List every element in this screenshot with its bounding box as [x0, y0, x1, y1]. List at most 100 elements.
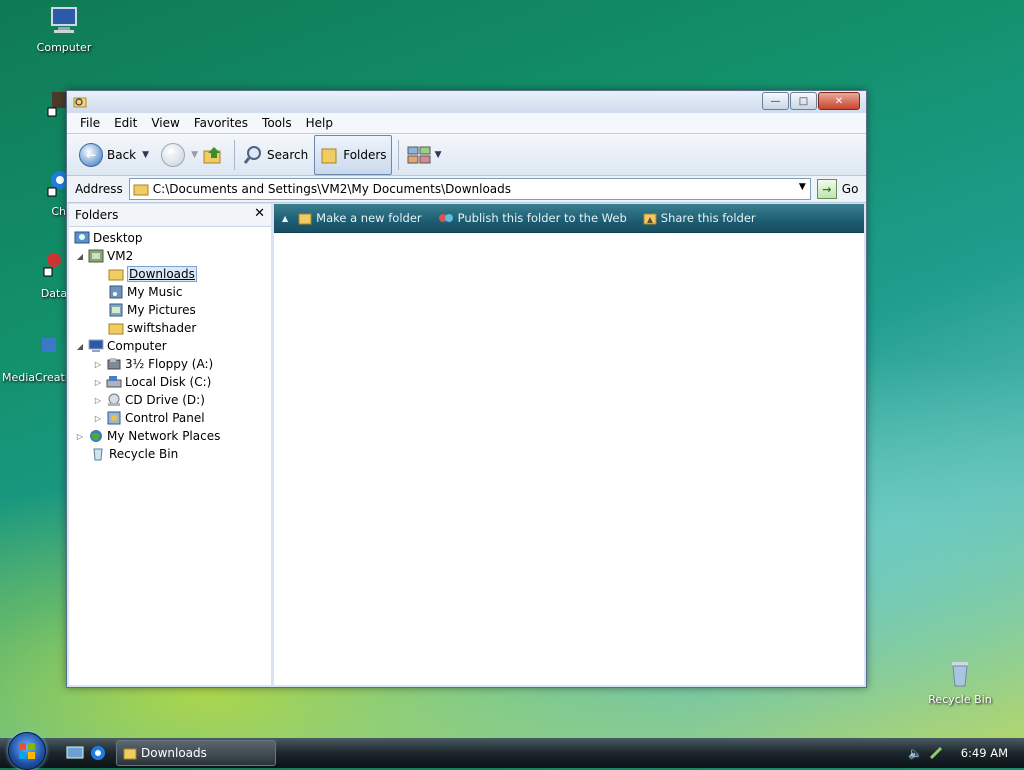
- close-folders-pane-icon[interactable]: ✕: [254, 206, 265, 221]
- views-button[interactable]: ▼: [403, 143, 446, 167]
- search-icon: [243, 145, 261, 164]
- toolbar-separator: [397, 139, 399, 170]
- system-tray: 🔈 6:49 AM: [908, 738, 1024, 768]
- address-value: C:\Documents and Settings\VM2\My Documen…: [152, 182, 512, 196]
- tree-item-recycle-bin[interactable]: Recycle Bin: [69, 445, 271, 463]
- file-list-pane[interactable]: ▲ Make a new folder Publish this folder …: [274, 204, 864, 685]
- tree-item-computer[interactable]: ◢ Computer: [69, 337, 271, 355]
- desktop-icon-label: Recycle Bin: [928, 693, 992, 706]
- desktop-icon: [74, 231, 90, 244]
- tree-item-vm2[interactable]: ◢ VM2: [69, 247, 271, 265]
- folders-button[interactable]: Folders: [314, 134, 392, 175]
- share-folder-icon: [643, 213, 657, 225]
- tree-item-downloads[interactable]: Downloads: [69, 265, 271, 283]
- back-history-dropdown[interactable]: ▼: [142, 150, 149, 160]
- disk-icon: [106, 376, 122, 388]
- address-field[interactable]: C:\Documents and Settings\VM2\My Documen…: [128, 178, 811, 200]
- user-folder-icon: [88, 249, 104, 263]
- forward-button[interactable]: →: [157, 141, 189, 169]
- computer-icon: [51, 7, 77, 33]
- tree-item-desktop[interactable]: Desktop: [69, 229, 271, 247]
- tree-item-floppy[interactable]: ▷ 3½ Floppy (A:): [69, 355, 271, 373]
- collapsed-arrow-icon[interactable]: ▷: [93, 396, 103, 405]
- maximize-button[interactable]: □: [790, 92, 817, 110]
- tree-item-swiftshader[interactable]: swiftshader: [69, 319, 271, 337]
- menu-view[interactable]: View: [144, 116, 186, 130]
- menu-help[interactable]: Help: [299, 116, 340, 130]
- folder-icon: [123, 748, 137, 760]
- expanded-arrow-icon[interactable]: ◢: [75, 252, 85, 261]
- folder-tree: Desktop ◢ VM2 Downloads My Music My Pict…: [69, 227, 271, 463]
- publish-web-icon: [438, 214, 453, 222]
- music-folder-icon: [109, 285, 123, 299]
- forward-history-dropdown[interactable]: ▼: [191, 150, 198, 160]
- make-new-folder-task[interactable]: Make a new folder: [298, 211, 422, 225]
- taskbar-item-downloads[interactable]: Downloads: [116, 740, 276, 766]
- tree-item-cd-drive[interactable]: ▷ CD Drive (D:): [69, 391, 271, 409]
- windows-logo-icon: [19, 743, 35, 759]
- go-arrow-icon[interactable]: →: [816, 179, 837, 199]
- tree-item-control-panel[interactable]: ▷ Control Panel: [69, 409, 271, 427]
- desktop-icon-label: Computer: [36, 41, 92, 54]
- search-button[interactable]: Search: [239, 143, 312, 167]
- clock[interactable]: 6:49 AM: [961, 746, 1008, 760]
- chrome-quicklaunch-icon[interactable]: [90, 745, 106, 761]
- back-button[interactable]: ← Back: [75, 141, 140, 169]
- menu-bar: File Edit View Favorites Tools Help: [67, 113, 866, 134]
- collapsed-arrow-icon[interactable]: ▷: [93, 414, 103, 423]
- toolbar-separator: [233, 139, 235, 170]
- folder-icon: [133, 184, 149, 196]
- views-dropdown-icon: ▼: [434, 149, 442, 160]
- tree-item-my-network-places[interactable]: ▷ My Network Places: [69, 427, 271, 445]
- folders-pane: Folders ✕ Desktop ◢ VM2 Downloads My Mus…: [69, 204, 274, 685]
- minimize-button[interactable]: —: [762, 92, 789, 110]
- back-label: Back: [107, 147, 137, 162]
- toolbar: ← Back ▼ → ▼ Search Folders ▼: [67, 134, 866, 176]
- menu-tools[interactable]: Tools: [255, 116, 299, 130]
- folder-up-icon: [203, 146, 221, 163]
- folder-icon: [108, 269, 124, 281]
- control-panel-icon: [107, 411, 121, 425]
- go-button[interactable]: Go: [842, 182, 859, 196]
- menu-edit[interactable]: Edit: [107, 116, 144, 130]
- start-button[interactable]: [8, 732, 46, 770]
- menu-file[interactable]: File: [73, 116, 107, 130]
- recycle-bin-icon: [952, 662, 968, 687]
- title-bar[interactable]: — □ ✕: [67, 91, 866, 113]
- network-status-icon[interactable]: [929, 746, 943, 760]
- volume-icon[interactable]: 🔈: [908, 746, 922, 760]
- content-area: Folders ✕ Desktop ◢ VM2 Downloads My Mus…: [69, 204, 864, 685]
- desktop-icon-computer[interactable]: Computer: [24, 4, 104, 54]
- share-folder-task[interactable]: Share this folder: [643, 211, 756, 225]
- floppy-icon: [107, 358, 121, 370]
- computer-icon: [88, 339, 104, 352]
- publish-folder-task[interactable]: Publish this folder to the Web: [438, 211, 627, 225]
- close-button[interactable]: ✕: [818, 92, 860, 110]
- explorer-window: — □ ✕ File Edit View Favorites Tools Hel…: [66, 90, 867, 688]
- desktop-icon-recycle-bin[interactable]: Recycle Bin: [920, 656, 1000, 706]
- collapse-tasks-icon[interactable]: ▲: [282, 214, 288, 223]
- collapsed-arrow-icon[interactable]: ▷: [75, 432, 85, 441]
- menu-favorites[interactable]: Favorites: [187, 116, 255, 130]
- folder-tasks-bar: ▲ Make a new folder Publish this folder …: [274, 204, 864, 233]
- tree-item-local-disk[interactable]: ▷ Local Disk (C:): [69, 373, 271, 391]
- folder-search-icon: [73, 97, 87, 108]
- new-folder-icon: [298, 213, 312, 225]
- expanded-arrow-icon[interactable]: ◢: [75, 342, 85, 351]
- folders-icon: [321, 148, 337, 163]
- pictures-folder-icon: [109, 303, 123, 317]
- up-folder-button[interactable]: [198, 143, 228, 167]
- collapsed-arrow-icon[interactable]: ▷: [93, 360, 103, 369]
- recycle-bin-icon: [93, 448, 103, 461]
- folders-pane-title: Folders: [75, 208, 119, 222]
- collapsed-arrow-icon[interactable]: ▷: [93, 378, 103, 387]
- search-label: Search: [266, 147, 309, 162]
- address-dropdown-icon[interactable]: ▼: [799, 182, 806, 192]
- back-arrow-icon: ←: [79, 142, 103, 167]
- tree-item-my-pictures[interactable]: My Pictures: [69, 301, 271, 319]
- cd-icon: [108, 393, 120, 406]
- tree-item-my-music[interactable]: My Music: [69, 283, 271, 301]
- folders-label: Folders: [343, 147, 387, 162]
- show-desktop-icon[interactable]: [66, 745, 84, 761]
- address-label: Address: [75, 182, 123, 196]
